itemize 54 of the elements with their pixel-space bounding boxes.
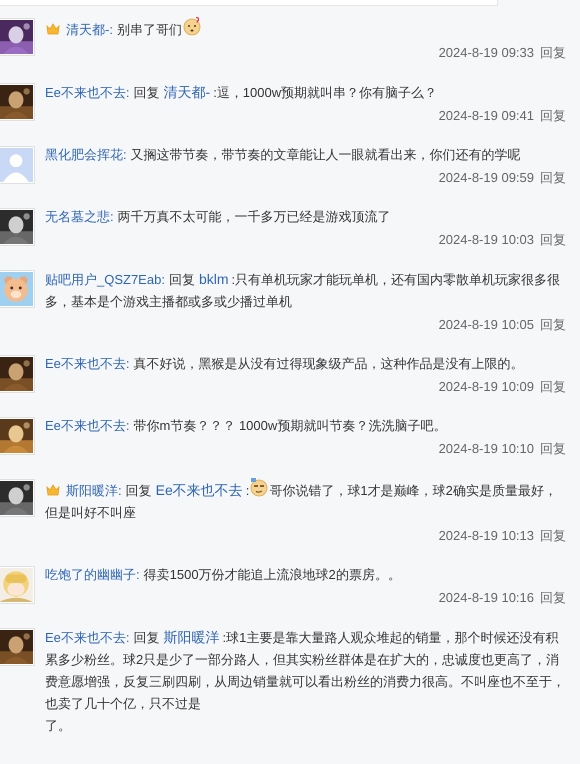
comment-text: 贴吧用户_QSZ7Eab: 回复 bklm :只有单机玩家才能玩单机，还有国内零散单机玩家很多很多，基本是个游戏主播都或多或少播过单机 (45, 270, 562, 311)
timestamp: 2024-8-19 09:41 (438, 108, 534, 123)
mention-link[interactable]: bklm (198, 271, 228, 287)
username-link[interactable]: Ee不来也不去: (45, 356, 130, 371)
avatar[interactable] (0, 208, 35, 246)
comment-text: Ee不来也不去: 带你m节奏？？？ 1000w预期就叫节奏？洗洗脑子吧。 (45, 417, 448, 435)
timestamp: 2024-8-19 10:05 (438, 317, 534, 332)
username-link[interactable]: 吃饱了的幽幽子: (45, 567, 140, 582)
timestamp: 2024-8-19 10:13 (438, 528, 534, 543)
comment-text: Ee不来也不去: 回复 清天都- :逗，1000w预期就叫串？你有脑子么？ (45, 83, 438, 102)
avatar[interactable] (0, 417, 35, 455)
username-link[interactable]: Ee不来也不去: (45, 85, 130, 100)
reply-link[interactable]: 回复 (540, 108, 566, 123)
confused-face-icon (182, 16, 202, 36)
smug-face-icon (249, 477, 270, 497)
timestamp: 2024-8-19 10:10 (438, 441, 534, 456)
bear-avatar-icon (0, 272, 33, 306)
username-link[interactable]: Ee不来也不去: (45, 630, 130, 645)
timestamp: 2024-8-19 10:16 (438, 590, 534, 605)
comment-text: 清天都-: 别串了哥们 (45, 16, 566, 41)
reply-link[interactable]: 回复 (540, 590, 566, 605)
reply-link[interactable]: 回复 (540, 528, 566, 543)
username-link[interactable]: Ee不来也不去: (45, 418, 130, 433)
reply-link[interactable]: 回复 (540, 232, 566, 247)
reply-link[interactable]: 回复 (540, 317, 566, 332)
avatar[interactable] (0, 18, 35, 56)
comment-text: 了。 (45, 717, 72, 735)
username-link[interactable]: 清天都-: (66, 22, 113, 37)
comment-text: 无名墓之悲: 两千万真不太可能，一千多万已经是游戏顶流了 (45, 208, 392, 226)
username-link[interactable]: 无名墓之悲: (45, 209, 114, 224)
avatar[interactable] (0, 479, 35, 517)
timestamp: 2024-8-19 10:09 (438, 379, 534, 394)
username-link[interactable]: 斯阳暖洋: (66, 483, 122, 498)
comment-text: 黑化肥会挥花: 又搁这带节奏，带节奏的文章能让人一眼就看出来，你们还有的学呢 (45, 146, 522, 164)
reply-link[interactable]: 回复 (540, 379, 566, 394)
mention-link[interactable]: 清天都- (164, 84, 210, 100)
comment-text: 斯阳暖洋: 回复 Ee不来也不去 : 哥你说错了，球1才是巅峰，球2确实是质量最好，但是叫好不叫座 (45, 477, 566, 524)
default-avatar-icon (0, 148, 33, 182)
avatar[interactable] (0, 628, 35, 666)
timestamp: 2024-8-19 10:03 (438, 232, 534, 247)
reply-link[interactable]: 回复 (540, 441, 566, 456)
avatar[interactable] (0, 355, 35, 393)
username-link[interactable]: 贴吧用户_QSZ7Eab: (45, 272, 165, 287)
mention-link[interactable]: Ee不来也不去 (156, 482, 243, 498)
timestamp: 2024-8-19 09:59 (438, 170, 534, 185)
username-link[interactable]: 黑化肥会挥花: (45, 147, 127, 162)
comment-text: Ee不来也不去: 真不好说，黑猴是从没有过得现象级产品，这种作品是没有上限的。 (45, 355, 525, 373)
comment-text: Ee不来也不去: 回复 斯阳暖洋 :球1主要是靠大量路人观众堆起的销量，那个时候还没有积累多少粉丝。球2只是少了一部分路人，但其实粉丝群体是在扩大的，忠诚度也更高了，消费意愿增强，反复三刷四刷，从周边销量就可以看出粉丝的消费力很高。不叫座也不至于，也卖了几十个亿，只不过是 (45, 628, 566, 713)
reply-link[interactable]: 回复 (540, 45, 566, 60)
comment-text: 吃饱了的幽幽子: 得卖1500万份才能追上流浪地球2的票房。。 (45, 566, 402, 584)
timestamp: 2024-8-19 09:33 (438, 45, 534, 60)
mention-link[interactable]: 斯阳暖洋 (164, 629, 220, 645)
reply-link[interactable]: 回复 (540, 170, 566, 185)
avatar[interactable] (0, 83, 35, 121)
